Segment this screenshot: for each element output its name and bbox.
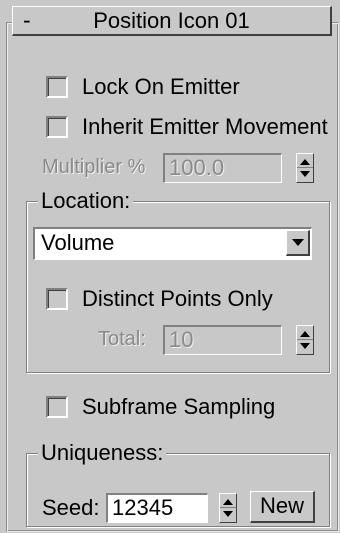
distinct-points-row[interactable]: Distinct Points Only (46, 286, 273, 312)
inherit-movement-row[interactable]: Inherit Emitter Movement (46, 114, 328, 140)
subframe-sampling-checkbox[interactable] (46, 396, 68, 418)
chevron-down-icon[interactable] (286, 230, 310, 256)
location-dropdown-value: Volume (41, 230, 115, 255)
seed-field[interactable]: 12345 (106, 493, 208, 523)
subframe-sampling-label: Subframe Sampling (82, 394, 276, 419)
subframe-sampling-row[interactable]: Subframe Sampling (46, 394, 275, 420)
total-label: Total: (98, 328, 146, 350)
location-dropdown[interactable]: Volume (33, 227, 312, 260)
multiplier-spinner[interactable] (296, 153, 314, 183)
uniqueness-group-title: Uniqueness: (38, 440, 167, 466)
inherit-movement-checkbox[interactable] (46, 116, 68, 138)
inherit-movement-label: Inherit Emitter Movement (82, 114, 328, 139)
lock-on-emitter-checkbox[interactable] (46, 76, 68, 98)
seed-label: Seed: (42, 495, 100, 520)
rollout-header[interactable]: - Position Icon 01 (12, 6, 332, 36)
seed-spinner[interactable] (219, 493, 237, 523)
rollout-title: Position Icon 01 (93, 8, 250, 33)
lock-on-emitter-row[interactable]: Lock On Emitter (46, 74, 240, 100)
total-spinner[interactable] (296, 325, 314, 355)
location-group-title: Location: (38, 188, 134, 214)
multiplier-field[interactable]: 100.0 (163, 153, 282, 183)
total-field[interactable]: 10 (163, 325, 282, 355)
multiplier-label: Multiplier % (42, 156, 146, 178)
new-seed-button[interactable]: New (250, 491, 315, 523)
distinct-points-checkbox[interactable] (46, 288, 68, 310)
distinct-points-label: Distinct Points Only (82, 286, 273, 311)
lock-on-emitter-label: Lock On Emitter (82, 74, 240, 99)
